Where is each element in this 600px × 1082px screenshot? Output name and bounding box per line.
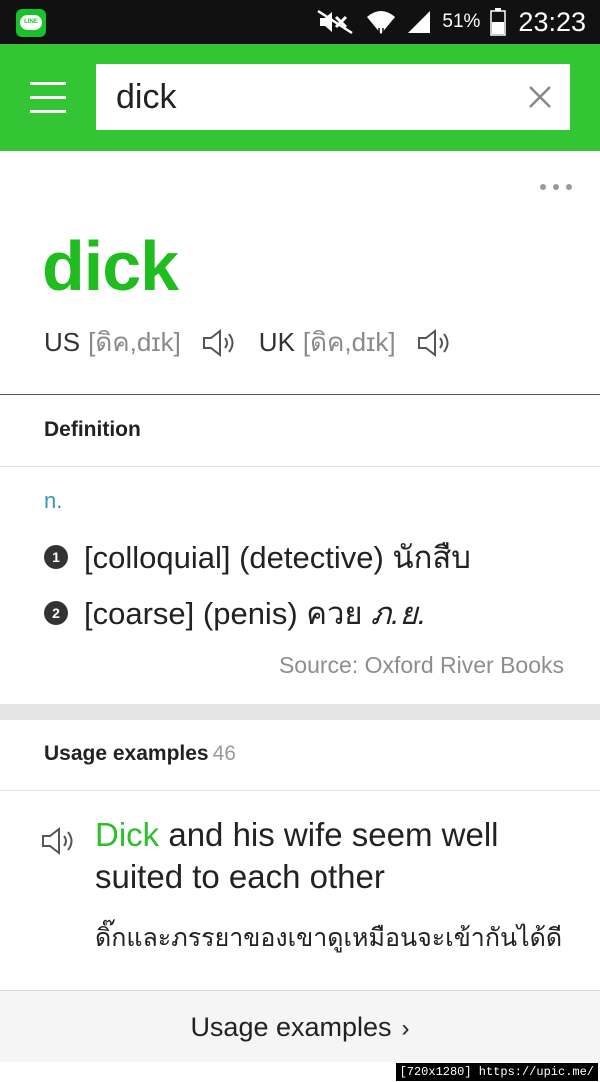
example-sentence: Dick and his wife seem well suited to ea… (95, 814, 565, 898)
usage-examples-link[interactable]: Usage examples › (0, 991, 600, 1063)
more-options-button[interactable] (540, 184, 580, 194)
chevron-right-icon: › (401, 1015, 410, 1042)
battery-icon (490, 8, 507, 36)
status-icons: 51% 23:23 (316, 0, 586, 44)
headword: dick (42, 227, 179, 305)
pron-ipa-us: [ดิค,dɪk] (88, 327, 181, 357)
example-speaker-icon[interactable] (40, 826, 76, 856)
menu-button[interactable] (26, 78, 68, 118)
definition-item: 2 [coarse] (penis) ควย ภ.ย. (44, 588, 426, 638)
definition-text: [coarse] (penis) ควย (84, 596, 363, 631)
divider (0, 790, 600, 791)
section-separator (0, 704, 600, 720)
speaker-icon-us[interactable] (201, 328, 237, 358)
pron-label-uk: UK (258, 327, 295, 357)
pronunciation-row: US [ดิค,dɪk] UK [ดิค,dɪk] (44, 322, 474, 363)
watermark: [720x1280] https://upic.me/ (395, 1063, 598, 1081)
definition-item: 1 [colloquial] (detective) นักสืบ (44, 532, 471, 582)
example-translation: ดิ๊กและภรรยาของเขาดูเหมือนจะเข้ากันได้ดี (95, 924, 563, 952)
app-bar (0, 44, 600, 151)
signal-icon (408, 11, 431, 33)
bottom-bar: Usage examples › (0, 990, 600, 1062)
wifi-icon (367, 11, 396, 34)
battery-percent: 51% (442, 11, 481, 32)
status-bar: LINE 51% 23:23 (0, 0, 600, 44)
definition-source: Source: Oxford River Books (278, 652, 564, 678)
sense-number-badge: 1 (44, 545, 68, 569)
divider (0, 394, 600, 395)
search-input[interactable] (116, 64, 516, 130)
pron-ipa-uk: [ดิค,dɪk] (302, 327, 396, 357)
divider (0, 466, 600, 467)
clock: 23:23 (518, 6, 586, 37)
speaker-icon-uk[interactable] (416, 328, 452, 358)
sense-number-badge: 2 (44, 601, 68, 625)
usage-examples-title: Usage examples 46 (44, 742, 236, 766)
search-box (96, 64, 570, 130)
definition-title: Definition (44, 418, 141, 441)
hamburger-icon (30, 82, 66, 85)
usage-count: 46 (212, 742, 236, 765)
example-highlight: Dick (95, 816, 160, 853)
usage-title-label: Usage examples (44, 742, 209, 765)
mute-icon (317, 9, 354, 35)
pron-label-us: US (44, 327, 81, 357)
usage-examples-link-label: Usage examples (190, 1012, 392, 1042)
definition-text: [colloquial] (detective) นักสืบ (84, 540, 471, 575)
clear-icon[interactable] (524, 81, 556, 113)
part-of-speech: n. (44, 488, 63, 513)
definition-abbrev: ภ.ย. (370, 596, 427, 631)
line-logo: LINE (20, 15, 42, 30)
line-app-icon: LINE (16, 9, 46, 37)
